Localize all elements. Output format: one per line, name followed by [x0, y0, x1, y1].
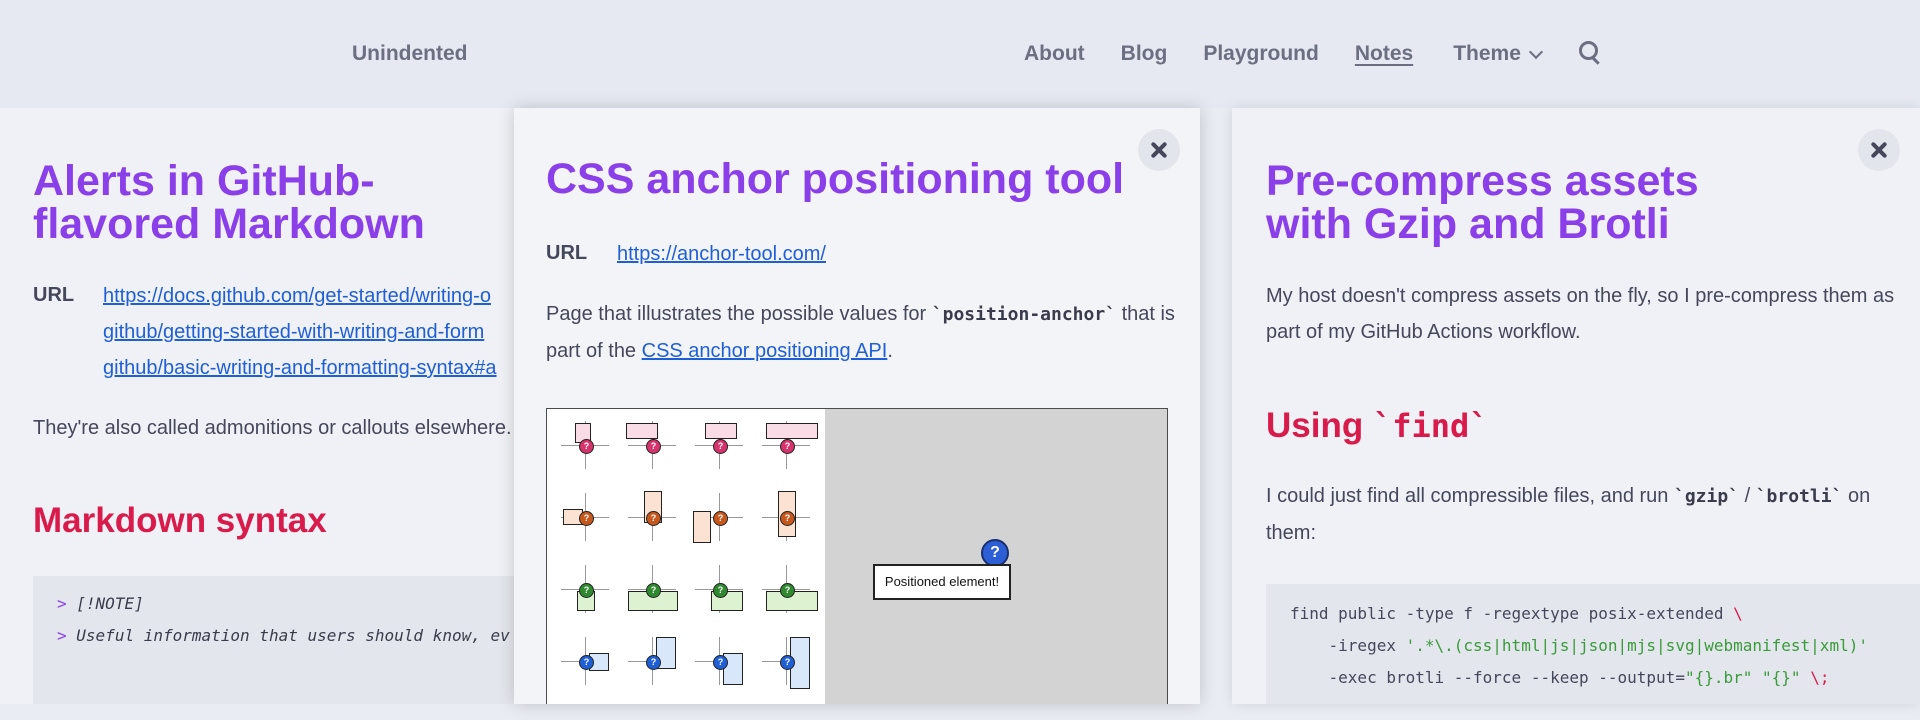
- note-card-anchor-tool: CSS anchor positioning tool URL https://…: [514, 108, 1200, 704]
- close-button[interactable]: [1858, 129, 1900, 171]
- note-description: Page that illustrates the possible value…: [546, 303, 1175, 362]
- question-dot-icon: ?: [780, 583, 795, 598]
- markdown-code-block: > [!NOTE] > Useful information that user…: [33, 576, 560, 704]
- nav-blog[interactable]: Blog: [1121, 42, 1168, 66]
- positioned-element: Positioned element!: [873, 564, 1011, 600]
- url-label: URL: [33, 284, 75, 306]
- grid-cell: ?: [624, 633, 680, 689]
- grid-cell: ?: [691, 417, 747, 473]
- grid-cell: ?: [557, 417, 613, 473]
- tool-screenshot: ???????????????? ? Positioned element!: [546, 408, 1168, 704]
- note-card-alerts: Alerts in GitHub-flavored Markdown URL h…: [0, 108, 560, 704]
- nav-playground[interactable]: Playground: [1203, 42, 1319, 66]
- note-intro: They're also called admonitions or callo…: [33, 417, 512, 439]
- grid-sample-box: [693, 511, 711, 543]
- grid-sample-box: [626, 423, 658, 439]
- question-dot-icon: ?: [579, 655, 594, 670]
- section-heading: Using `find`: [1266, 406, 1489, 445]
- question-dot-icon: ?: [579, 439, 594, 454]
- grid-cell: ?: [624, 489, 680, 545]
- grid-cell: ?: [691, 561, 747, 617]
- api-link[interactable]: CSS anchor positioning API: [642, 340, 888, 362]
- question-dot-icon: ?: [780, 439, 795, 454]
- site-header: Unindented About Blog Playground Notes T…: [0, 0, 1920, 108]
- question-dot-icon: ?: [713, 439, 728, 454]
- grid-sample-box: [705, 423, 737, 439]
- question-dot-icon: ?: [579, 511, 594, 526]
- section-heading: Markdown syntax: [33, 501, 327, 540]
- note-paragraph: I could just find all compressible files…: [1266, 485, 1871, 544]
- question-dot-icon: ?: [780, 655, 795, 670]
- question-dot-icon: ?: [579, 583, 594, 598]
- main-nav: About Blog Playground Notes Theme: [1024, 39, 1603, 66]
- grid-cell: ?: [691, 633, 747, 689]
- question-dot-icon: ?: [646, 655, 661, 670]
- anchor-marker: ?: [981, 539, 1009, 567]
- url-label: URL: [546, 242, 588, 264]
- site-brand[interactable]: Unindented: [352, 42, 468, 66]
- grid-cell: ?: [758, 489, 814, 545]
- nav-notes[interactable]: Notes: [1355, 42, 1413, 66]
- question-dot-icon: ?: [646, 583, 661, 598]
- grid-cell: ?: [624, 417, 680, 473]
- search-icon[interactable]: [1577, 39, 1603, 65]
- question-dot-icon: ?: [713, 655, 728, 670]
- anchor-grid-panel: ????????????????: [547, 409, 825, 704]
- nav-about[interactable]: About: [1024, 42, 1085, 66]
- note-title: Alerts in GitHub-flavored Markdown: [33, 157, 425, 248]
- grid-cell: ?: [758, 417, 818, 473]
- close-button[interactable]: [1138, 129, 1180, 171]
- note-intro: My host doesn't compress assets on the f…: [1266, 285, 1895, 343]
- grid-sample-box: [766, 423, 818, 439]
- note-title: CSS anchor positioning tool: [546, 155, 1125, 203]
- grid-cell: ?: [557, 489, 613, 545]
- question-dot-icon: ?: [713, 511, 728, 526]
- grid-cell: ?: [557, 561, 613, 617]
- question-dot-icon: ?: [780, 511, 795, 526]
- grid-cell: ?: [758, 633, 814, 689]
- theme-label: Theme: [1453, 42, 1521, 65]
- note-url-link[interactable]: https://anchor-tool.com/: [617, 236, 826, 272]
- note-url-link[interactable]: https://docs.github.com/get-started/writ…: [103, 278, 497, 386]
- note-title: Pre-compress assets with Gzip and Brotli: [1266, 157, 1699, 248]
- shell-code-block: find public -type f -regextype posix-ext…: [1266, 584, 1920, 704]
- grid-cell: ?: [624, 561, 680, 617]
- grid-cell: ?: [758, 561, 818, 617]
- theme-dropdown[interactable]: Theme: [1453, 42, 1543, 66]
- question-dot-icon: ?: [646, 511, 661, 526]
- question-dot-icon: ?: [646, 439, 661, 454]
- question-dot-icon: ?: [713, 583, 728, 598]
- grid-cell: ?: [691, 489, 747, 545]
- chevron-down-icon: [1528, 44, 1543, 59]
- note-card-precompress: Pre-compress assets with Gzip and Brotli …: [1232, 108, 1920, 704]
- grid-cell: ?: [557, 633, 613, 689]
